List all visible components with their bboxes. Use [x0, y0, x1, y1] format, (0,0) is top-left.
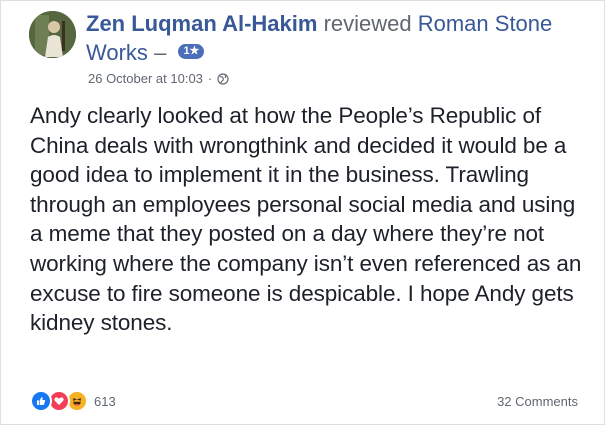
- avatar[interactable]: [29, 11, 76, 58]
- reactions-summary[interactable]: 613: [30, 390, 116, 412]
- like-icon: [30, 390, 52, 412]
- author-name[interactable]: Zen Luqman Al-Hakim: [86, 11, 317, 36]
- rating-badge: 1★: [178, 43, 205, 59]
- reaction-count: 613: [94, 393, 116, 409]
- dash-text: –: [154, 40, 167, 65]
- separator: ·: [207, 71, 213, 86]
- globe-icon: [217, 72, 229, 85]
- comments-link[interactable]: 32 Comments: [497, 394, 578, 409]
- post-header: Zen Luqman Al-Hakim reviewed Roman Stone…: [86, 9, 586, 67]
- post-meta: 26 October at 10:03 ·: [88, 71, 229, 86]
- action-text: reviewed: [323, 11, 412, 36]
- timestamp[interactable]: 26 October at 10:03: [88, 71, 203, 86]
- post-body: Andy clearly looked at how the People’s …: [30, 103, 582, 336]
- post-footer: 613 32 Comments: [30, 390, 578, 412]
